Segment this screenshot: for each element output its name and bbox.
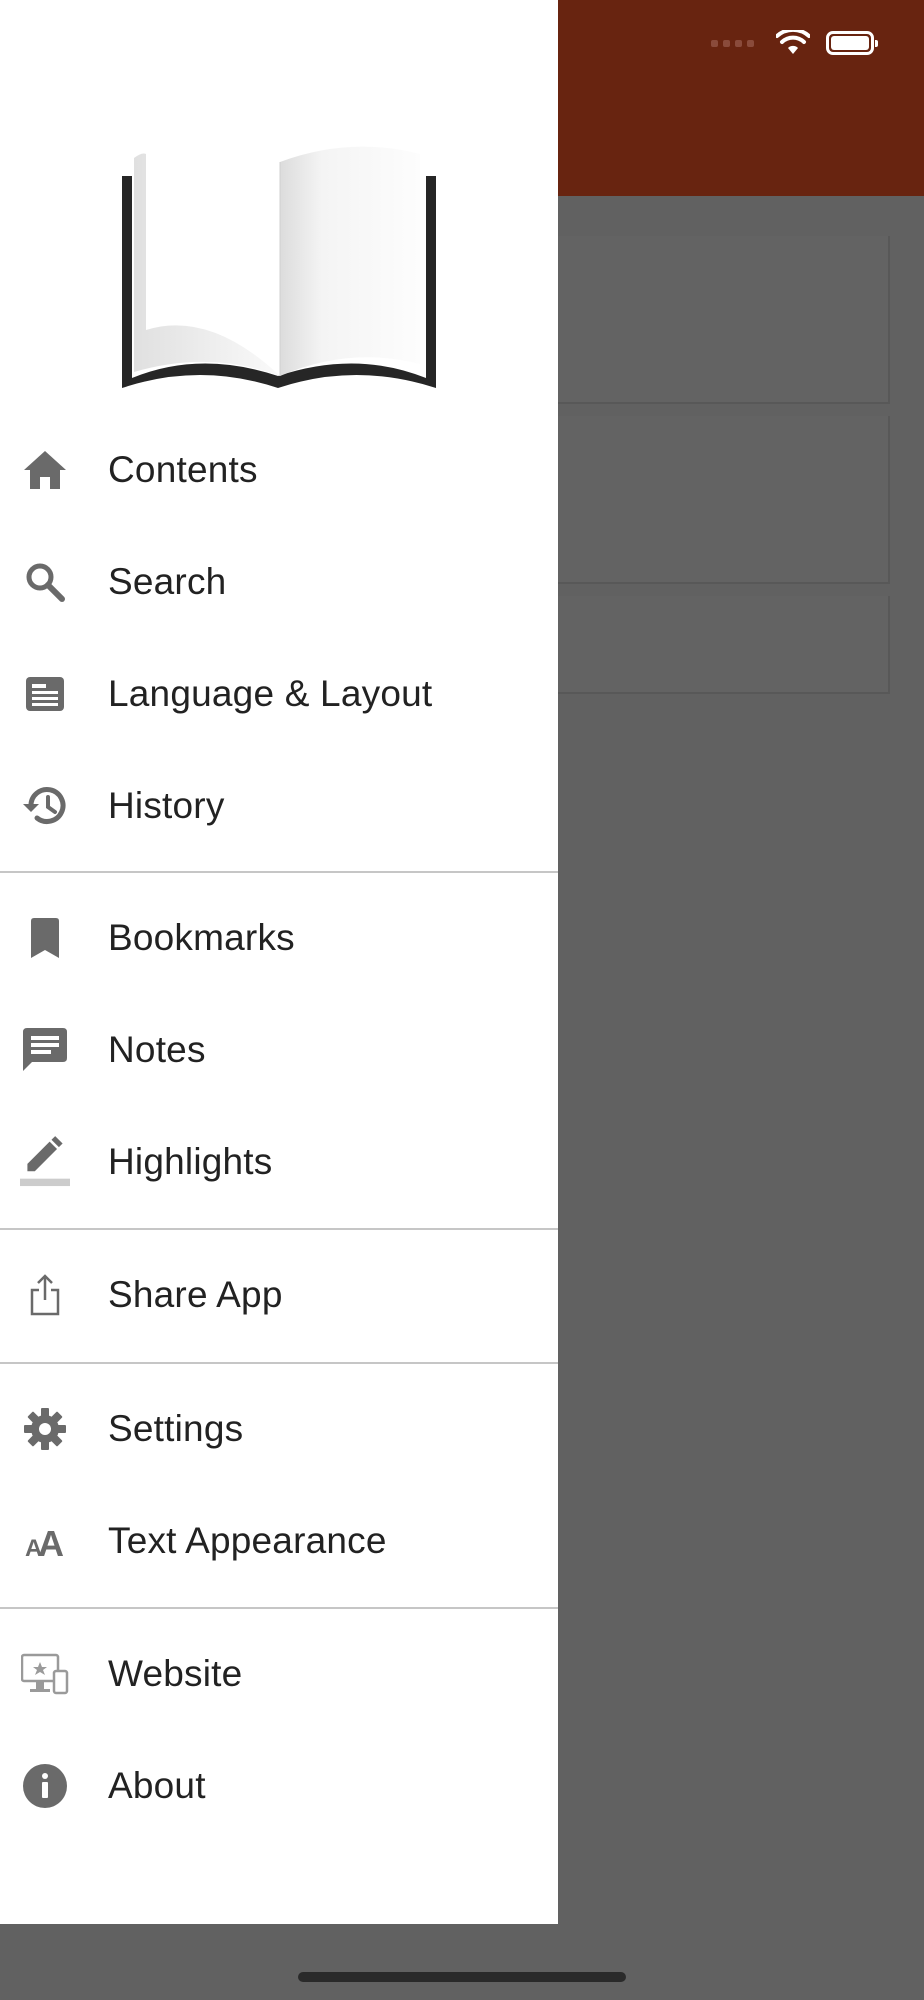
menu-item-search[interactable]: Search [0,526,558,638]
svg-text:A: A [38,1523,64,1559]
layout-icon [20,669,70,719]
menu-item-settings[interactable]: Settings [0,1373,558,1485]
home-indicator[interactable] [298,1972,626,1982]
menu-item-share-app[interactable]: Share App [0,1239,558,1351]
menu-label: Website [108,1653,243,1694]
menu-item-history[interactable]: History [0,750,558,862]
app-logo-book-icon [120,140,440,390]
menu-item-highlights[interactable]: Highlights [0,1106,558,1218]
menu-label: Notes [108,1029,206,1070]
info-icon [20,1761,70,1811]
menu-item-bookmarks[interactable]: Bookmarks [0,882,558,994]
menu-item-language-layout[interactable]: Language & Layout [0,638,558,750]
cellular-signal-icon [711,39,754,47]
bookmark-icon [20,913,70,963]
divider [0,871,558,873]
text-size-icon: A A [20,1516,70,1566]
navigation-drawer: Contents Search Language & Layout Histor… [0,0,558,1924]
menu-label: About [108,1765,206,1806]
home-icon [20,445,70,495]
gear-icon [20,1404,70,1454]
status-bar [711,30,878,56]
menu-label: Settings [108,1408,244,1449]
menu-item-contents[interactable]: Contents [0,414,558,526]
menu-label: Text Appearance [108,1520,387,1561]
menu-item-text-appearance[interactable]: A A Text Appearance [0,1485,558,1597]
history-icon [20,781,70,831]
menu-label: Bookmarks [108,917,295,958]
highlight-pen-icon [20,1136,70,1187]
website-devices-icon [20,1649,70,1699]
menu-label: Search [108,561,227,602]
notes-icon [20,1025,70,1075]
menu-item-website[interactable]: Website [0,1618,558,1730]
menu-label: Highlights [108,1141,273,1182]
wifi-icon [776,30,810,54]
menu-label: Language & Layout [108,673,433,714]
share-icon [20,1270,70,1320]
menu-label: Contents [108,449,258,490]
divider [0,1228,558,1230]
search-icon [20,557,70,607]
divider [0,1362,558,1364]
menu-item-notes[interactable]: Notes [0,994,558,1106]
menu-label: History [108,785,225,826]
battery-icon [826,31,878,55]
menu-label: Share App [108,1274,283,1315]
menu-item-about[interactable]: About [0,1730,558,1842]
divider [0,1607,558,1609]
